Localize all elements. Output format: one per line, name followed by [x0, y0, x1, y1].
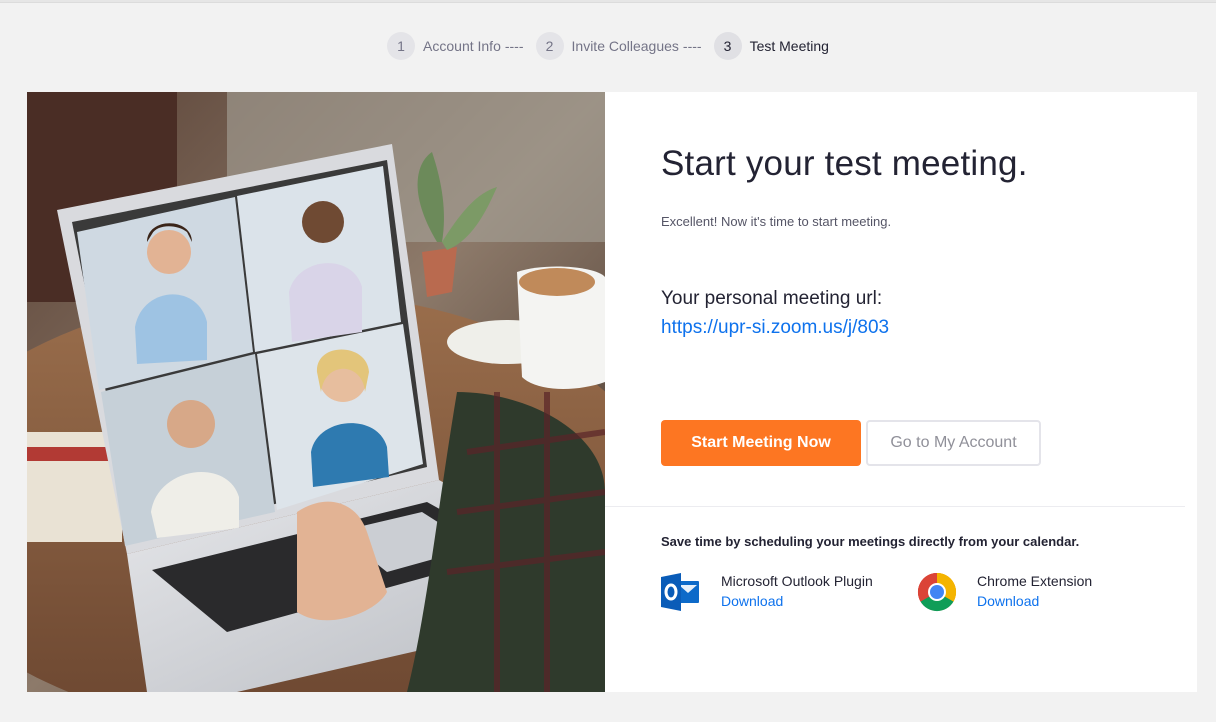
calendar-promo-text: Save time by scheduling your meetings di… [661, 534, 1080, 549]
step-label: Invite Colleagues [571, 38, 679, 54]
step-account-info: 1 Account Info ---- [387, 32, 524, 60]
step-label: Test Meeting [749, 38, 829, 54]
progress-steps: 1 Account Info ---- 2 Invite Colleagues … [0, 32, 1216, 60]
test-meeting-content: Start your test meeting. Excellent! Now … [605, 92, 1197, 692]
step-label: Account Info [423, 38, 501, 54]
test-meeting-card: Start your test meeting. Excellent! Now … [27, 92, 1197, 692]
chrome-icon [917, 572, 957, 612]
outlook-icon [661, 572, 701, 612]
step-separator: ---- [682, 38, 702, 54]
section-divider [605, 506, 1185, 507]
chrome-extension: Chrome Extension Download [917, 572, 1092, 612]
step-separator: ---- [504, 38, 524, 54]
meeting-url-label: Your personal meeting url: [661, 288, 883, 309]
step-invite-colleagues: 2 Invite Colleagues ---- [535, 32, 702, 60]
chrome-download-link[interactable]: Download [977, 591, 1092, 611]
step-number: 2 [535, 32, 564, 60]
step-number: 3 [713, 32, 742, 60]
top-rule [0, 0, 1216, 3]
start-meeting-now-button[interactable]: Start Meeting Now [661, 420, 861, 466]
laptop-video-call-photo [27, 92, 605, 692]
page-title: Start your test meeting. [661, 144, 1028, 183]
plugin-name: Microsoft Outlook Plugin [721, 573, 873, 589]
go-to-my-account-button[interactable]: Go to My Account [866, 420, 1041, 466]
step-number: 1 [387, 32, 416, 60]
step-test-meeting: 3 Test Meeting [713, 32, 829, 60]
personal-meeting-url-link[interactable]: https://upr-si.zoom.us/j/803 [661, 317, 889, 339]
page-subtitle: Excellent! Now it's time to start meetin… [661, 214, 892, 229]
plugin-name: Chrome Extension [977, 573, 1093, 589]
outlook-plugin: Microsoft Outlook Plugin Download [661, 572, 873, 612]
outlook-download-link[interactable]: Download [721, 591, 873, 611]
